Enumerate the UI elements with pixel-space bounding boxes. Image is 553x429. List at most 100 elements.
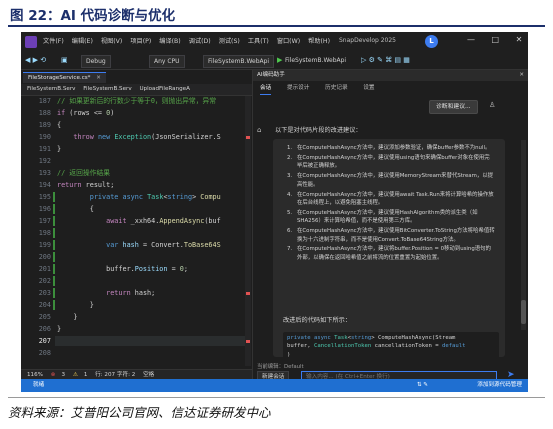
code-line[interactable]: 207 <box>21 336 252 346</box>
line-number: 189 <box>38 121 51 129</box>
code-line[interactable]: 192 <box>21 156 252 166</box>
code-line[interactable]: 208 <box>21 348 252 358</box>
tab-conversation[interactable]: 会话 <box>260 83 272 95</box>
cursor-position: 行: 207 字符: 2 <box>95 372 136 378</box>
title-bar: 文件(F) 编辑(E) 视图(V) 项目(P) 编译(B) 调试(D) 测试(S) 工具(T)… <box>21 32 528 53</box>
panel-tabs: 会话 提示设计 历史记录 设置 <box>253 83 528 95</box>
code-line[interactable]: 188 if (rows <= 0) <box>21 108 252 118</box>
menu-item[interactable]: 视图(V) <box>101 38 122 45</box>
code-line[interactable]: 206} <box>21 324 252 334</box>
close-tab-icon[interactable]: ✕ <box>96 75 101 81</box>
nav-project[interactable]: FileSystemB.Serv <box>27 86 75 92</box>
code-line[interactable]: 195 private async Task<string> Compu <box>21 192 252 202</box>
code-token: // 返回操作结果 <box>57 169 111 177</box>
avatar[interactable]: L <box>425 35 438 48</box>
editor-scrollbar[interactable] <box>245 96 251 366</box>
menu-item[interactable]: 项目(P) <box>130 38 151 45</box>
tab-filestorageservice[interactable]: FileStorageService.cs* ✕ <box>23 72 106 83</box>
tab-history[interactable]: 历史记录 <box>325 83 347 94</box>
scroll-thumb[interactable] <box>521 300 526 324</box>
menu-item[interactable]: 文件(F) <box>43 38 64 45</box>
code-line[interactable]: 187 // 如果更新后的行数少于等于0，则抛出异常，异常 <box>21 96 252 106</box>
ai-assistant-panel: AI编码助手 ✕ 会话 提示设计 历史记录 设置 诊断和建议... ♙ ⌂ 以下… <box>253 70 528 384</box>
code-token: hash <box>122 241 139 249</box>
code-token: _xxh64. <box>126 217 160 225</box>
suggestion-item: 2. 在ComputeHashAsync方法中，建议使用using语句来确保buf… <box>287 154 495 171</box>
code-line[interactable]: 194 return result; <box>21 180 252 190</box>
code-text: var hash = Convert.ToBase64S <box>57 240 221 250</box>
save-icon[interactable]: ▣ <box>61 55 68 66</box>
code-token: Compu <box>200 193 221 201</box>
close-icon[interactable]: ✕ <box>516 35 523 44</box>
notifications-icon[interactable]: ⇅ ✎ <box>417 379 428 392</box>
tab-prompt-design[interactable]: 提示设计 <box>287 83 309 94</box>
navigation-bar: FileSystemB.Serv FileSystemB.Serv Upload… <box>21 84 252 96</box>
run-target[interactable]: FileSystemB.WebApi <box>285 55 346 66</box>
nav-class[interactable]: FileSystemB.Serv <box>83 86 131 92</box>
code-token: = Convert. <box>138 241 184 249</box>
debug-tools-icon[interactable]: ▷ ⚙ ✎ ⌘ ▤ ▦ <box>361 55 410 66</box>
user-icon[interactable]: ♙ <box>489 101 495 109</box>
line-number: 207 <box>38 337 51 345</box>
suggestion-text: 在ComputeHashAsync方法中，建议将buffer.Position … <box>297 246 491 261</box>
code-token: throw <box>73 133 94 141</box>
code-line[interactable]: 201 buffer.Position = 0; <box>21 264 252 274</box>
code-area[interactable]: 187 // 如果更新后的行数少于等于0，则抛出异常，异常 188 if (rows… <box>21 96 252 368</box>
error-count: 3 <box>61 372 66 378</box>
menu-item[interactable]: 调试(D) <box>189 38 211 45</box>
diagnose-button[interactable]: 诊断和建议... <box>429 100 478 114</box>
nav-back-forward-icon[interactable]: ◀ ▶ ⟲ <box>25 55 46 66</box>
code-token: new <box>97 133 111 141</box>
menu-item[interactable]: 编辑(E) <box>72 38 93 45</box>
code-line[interactable]: 205 } <box>21 312 252 322</box>
minimize-icon[interactable]: — <box>467 35 475 44</box>
current-line-highlight <box>55 336 245 346</box>
suggestion-number: 1. <box>287 145 293 151</box>
line-number: 203 <box>38 289 51 297</box>
project-select[interactable]: FileSystemB.WebApi <box>203 55 275 68</box>
code-line[interactable]: 202 <box>21 276 252 286</box>
nav-member[interactable]: UploadFileRangeA <box>139 86 190 92</box>
source-control-button[interactable]: 添加到源代码管理 <box>477 379 522 392</box>
code-text: } <box>57 144 61 154</box>
code-line[interactable]: 200 <box>21 252 252 262</box>
code-line[interactable]: 203 return hash; <box>21 288 252 298</box>
suggestion-number: 2. <box>287 154 293 161</box>
code-line[interactable]: 197 await _xxh64.AppendAsync(buf <box>21 216 252 226</box>
platform-select[interactable]: Any CPU <box>149 55 185 68</box>
menu-item[interactable]: 窗口(W) <box>277 38 300 45</box>
warning-icon[interactable]: ⚠ <box>73 372 78 378</box>
config-select[interactable]: Debug <box>81 55 111 68</box>
status-bar: 就绪 ⇅ ✎ 添加到源代码管理 <box>21 379 528 392</box>
code-line[interactable]: 204 } <box>21 300 252 310</box>
suggestion-list: 1. 在ComputeHashAsync方法中，建议添加参数验证，确保buffer… <box>287 144 495 264</box>
menu-bar: 文件(F) 编辑(E) 视图(V) 项目(P) 编译(B) 调试(D) 测试(S) 工具(T)… <box>43 36 338 45</box>
code-line[interactable]: 193 // 返回操作结果 <box>21 168 252 178</box>
line-number: 205 <box>38 313 51 321</box>
code-token: Task <box>147 193 164 201</box>
code-line[interactable]: 189 { <box>21 120 252 130</box>
error-icon[interactable]: ⊗ <box>51 372 56 378</box>
tab-settings[interactable]: 设置 <box>363 83 374 94</box>
code-text: { <box>57 204 94 214</box>
code-block[interactable]: private async Task<string> ComputeHashAs… <box>283 332 499 357</box>
code-token: } <box>57 325 62 333</box>
menu-item[interactable]: 帮助(H) <box>308 38 330 45</box>
code-token: ; <box>183 265 188 273</box>
run-icon[interactable]: ▶ <box>277 55 282 66</box>
menu-item[interactable]: 编译(B) <box>159 38 180 45</box>
code-line[interactable]: 199 var hash = Convert.ToBase64S <box>21 240 252 250</box>
close-panel-icon[interactable]: ✕ <box>519 70 524 81</box>
code-line[interactable]: 190 throw new Exception(JsonSerializer.S <box>21 132 252 142</box>
menu-item[interactable]: 测试(S) <box>219 38 240 45</box>
code-line[interactable]: 196 { <box>21 204 252 214</box>
app-logo-icon <box>25 36 37 48</box>
code-line[interactable]: 198 <box>21 228 252 238</box>
indent-mode[interactable]: 空格 <box>143 372 154 378</box>
menu-item[interactable]: 工具(T) <box>248 38 269 45</box>
chat-scrollbar[interactable] <box>521 140 526 330</box>
code-line[interactable]: 191} <box>21 144 252 154</box>
code-editor: FileStorageService.cs* ✕ FileSystemB.Ser… <box>21 70 253 380</box>
maximize-icon[interactable]: □ <box>492 35 500 44</box>
zoom-level[interactable]: 116% <box>27 372 43 378</box>
